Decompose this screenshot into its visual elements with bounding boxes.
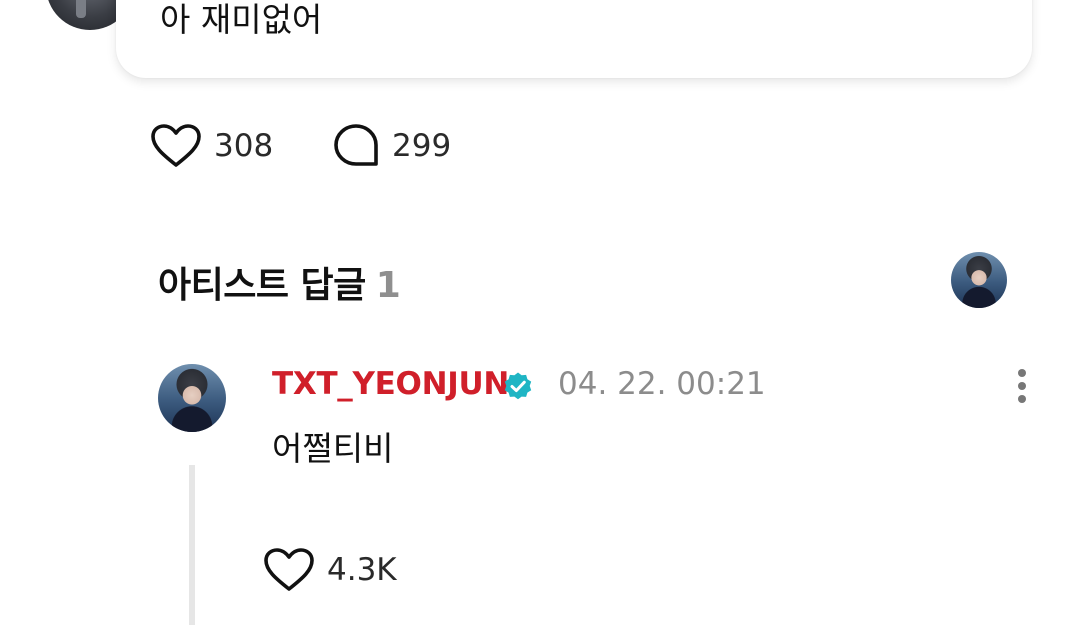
post-comment-count: 299 (392, 128, 452, 164)
comment-like-count: 4.3K (327, 552, 397, 588)
artist-reply-screen: 아 재미없어 308 299 아티스트 답글 1 TXT_YEONJUN 04. … (0, 0, 1080, 625)
more-vertical-icon-dot (1018, 395, 1026, 403)
artist-replies-heading: 아티스트 답글 1 (158, 256, 401, 308)
comment-text: 어쩔티비 (272, 429, 394, 468)
comment-like-button[interactable]: 4.3K (263, 544, 397, 596)
comment-author-avatar[interactable] (158, 364, 226, 432)
artist-photo (158, 364, 226, 432)
artist-photo (951, 252, 1007, 308)
heart-icon (151, 124, 201, 167)
post-text: 아 재미없어 (160, 0, 323, 39)
comment-author-name[interactable]: TXT_YEONJUN (272, 366, 509, 402)
comment-timestamp: 04. 22. 00:21 (558, 366, 766, 402)
post-bubble: 아 재미없어 (116, 0, 1032, 78)
artist-replies-count: 1 (375, 265, 401, 306)
more-vertical-icon (1018, 369, 1026, 377)
post-like-button[interactable]: 308 (150, 120, 273, 172)
heart-icon (264, 548, 314, 591)
speech-bubble-icon (334, 124, 378, 166)
post-comment-button[interactable]: 299 (332, 120, 451, 172)
artist-avatar-filter[interactable] (951, 252, 1007, 308)
verified-badge-icon (504, 372, 532, 400)
more-vertical-icon-dot (1018, 382, 1026, 390)
post-like-count: 308 (214, 128, 274, 164)
artist-replies-title: 아티스트 답글 (158, 265, 366, 306)
more-options-button[interactable] (1006, 364, 1038, 408)
reply-thread-line (189, 465, 195, 625)
